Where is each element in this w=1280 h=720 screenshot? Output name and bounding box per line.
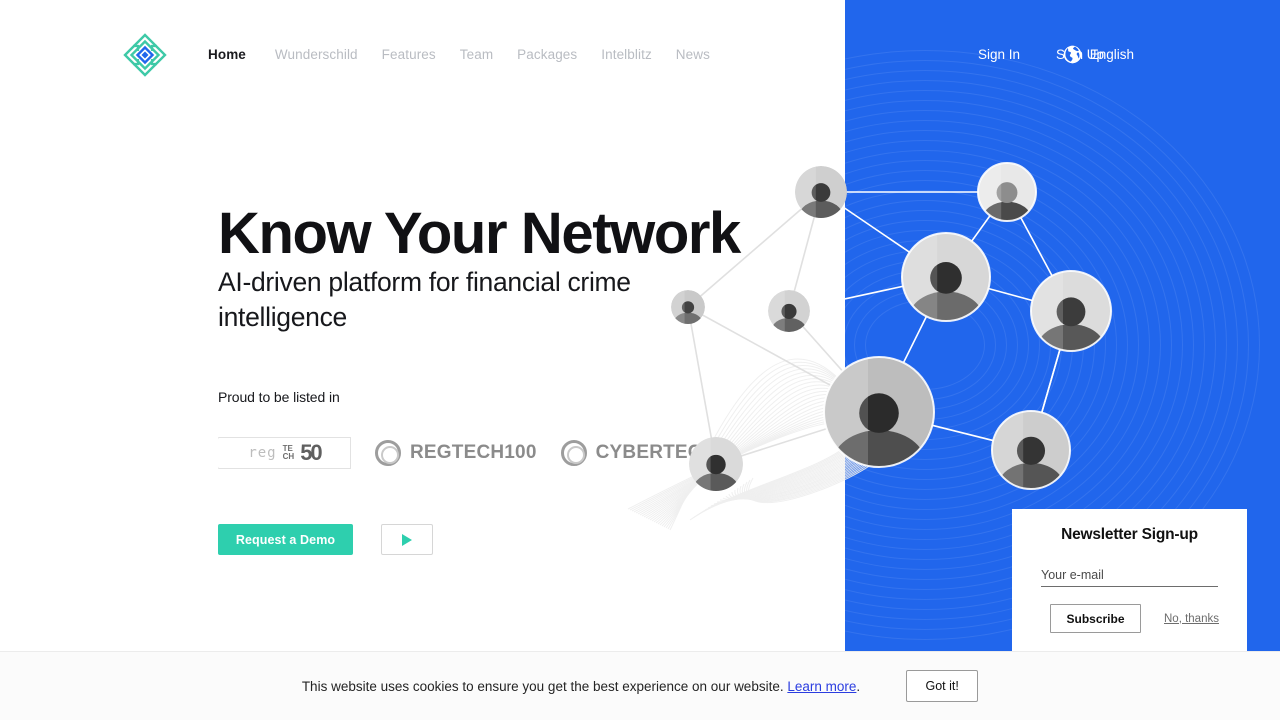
cookie-period: . — [856, 678, 861, 694]
regtech50-number: 50 — [300, 440, 323, 465]
network-node — [902, 233, 990, 321]
cookie-accept-button[interactable]: Got it! — [906, 670, 979, 702]
network-node — [795, 166, 847, 218]
newsletter-email-input[interactable] — [1041, 564, 1218, 587]
newsletter-signup-card: Newsletter Sign-up Subscribe No, thanks — [1012, 509, 1247, 651]
sign-in-link[interactable]: Sign In — [978, 47, 1020, 62]
nav-item-news[interactable]: News — [676, 47, 734, 62]
cookie-learn-more-link[interactable]: Learn more — [787, 679, 856, 694]
cookie-consent-banner: This website uses cookies to ensure you … — [0, 651, 1280, 720]
site-header: Home Wunderschild Features Team Packages Inte… — [0, 0, 1280, 110]
nav-item-team[interactable]: Team — [460, 47, 517, 62]
nav-item-wunderschild[interactable]: Wunderschild — [275, 47, 382, 62]
cookie-message-text: This website uses cookies to ensure you … — [301, 678, 784, 694]
nav-item-home[interactable]: Home — [208, 47, 275, 62]
main-navigation[interactable]: Home Wunderschild Features Team Packages Inte… — [208, 47, 734, 62]
newsletter-title: Newsletter Sign-up — [1061, 526, 1198, 543]
language-selector[interactable]: English — [1063, 45, 1134, 64]
network-node — [1031, 271, 1111, 351]
network-node — [978, 163, 1036, 221]
play-video-button[interactable] — [381, 524, 433, 555]
nav-item-intelblitz[interactable]: Intelblitz — [601, 47, 676, 62]
play-icon — [402, 533, 412, 546]
network-node — [671, 290, 705, 324]
language-label: English — [1089, 47, 1134, 62]
ring-icon — [375, 440, 401, 466]
newsletter-subscribe-button[interactable]: Subscribe — [1050, 604, 1141, 633]
regtech50-prefix: reg — [248, 445, 277, 461]
regtech100-label: REGTECH100 — [410, 442, 537, 463]
cookie-message: This website uses cookies to ensure you … — [302, 679, 860, 694]
listed-label: Proud to be listed in — [218, 389, 340, 405]
newsletter-actions: Subscribe No, thanks — [1050, 604, 1247, 633]
newsletter-decline-link[interactable]: No, thanks — [1164, 613, 1219, 625]
nav-item-packages[interactable]: Packages — [517, 47, 601, 62]
globe-icon — [1063, 45, 1081, 64]
ring-icon — [560, 440, 587, 466]
network-graph-illustration — [627, 162, 1112, 531]
request-demo-button[interactable]: Request a Demo — [218, 524, 353, 555]
network-nodes — [671, 162, 1112, 491]
wunderschild-logo-icon[interactable] — [123, 33, 167, 77]
hero-subtitle: AI-driven platform for financial crime i… — [218, 267, 631, 332]
regtech50-tech: TE CH — [282, 444, 295, 461]
regtech100-logo: REGTECH100 — [375, 440, 537, 466]
nav-item-features[interactable]: Features — [382, 47, 460, 62]
network-node — [768, 290, 810, 332]
regtech50-badge: reg TE CH 50 — [218, 437, 351, 469]
landing-page: Home Wunderschild Features Team Packages Inte… — [0, 0, 1280, 720]
network-node — [992, 411, 1070, 489]
